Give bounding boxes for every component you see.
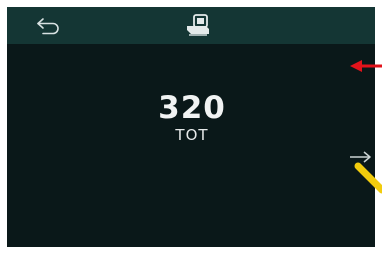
- cartridge-icon[interactable]: [182, 13, 214, 39]
- counter-value: 320: [158, 90, 226, 126]
- counter-display: 320 TOT: [127, 90, 257, 144]
- counter-unit-label: TOT: [175, 126, 209, 144]
- top-bar: [7, 7, 375, 44]
- right-arrow-icon[interactable]: [349, 149, 373, 165]
- display-screen: 320 TOT: [7, 7, 375, 247]
- back-arrow-icon[interactable]: [35, 16, 63, 36]
